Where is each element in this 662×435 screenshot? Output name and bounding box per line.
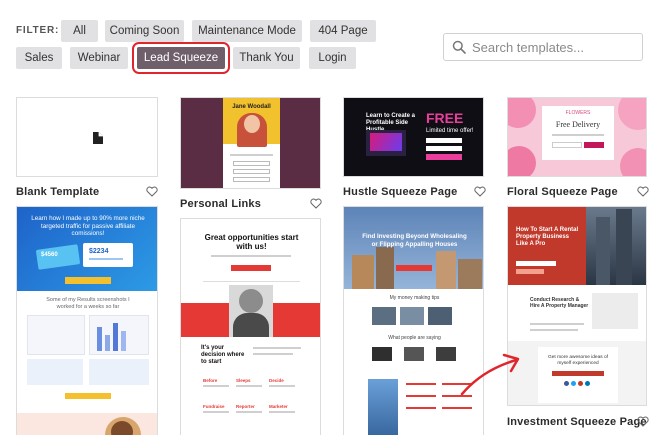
preview-amount2: $4560 [41,252,58,258]
preview-label-3: Decide [269,378,284,383]
heart-icon[interactable] [146,186,158,197]
preview-offer: Get more awesome ideas of myself experie… [548,355,608,366]
heart-icon[interactable] [310,198,322,209]
filter-chip-lead-squeeze[interactable]: Lead Squeeze [132,42,230,74]
preview-sub: It's your decision where to start [201,345,245,365]
template-card-investing[interactable]: Find Investing Beyond Wholesaling or Fli… [343,206,484,435]
preview-sub2: What people are saying [388,335,441,341]
filter-chip-coming-soon[interactable]: Coming Soon [105,20,184,42]
template-card-opportunities[interactable]: Great opportunities start with us! It's … [180,218,321,435]
preview-offer: Free Delivery [555,120,601,129]
arrow-annotation-icon [460,353,520,396]
template-title-blank: Blank Template [16,186,100,198]
preview-label-2: Sleeps [236,378,251,383]
template-title-floral-squeeze: Floral Squeeze Page [507,186,618,198]
search-box[interactable] [443,33,643,61]
template-card-investment-squeeze[interactable]: How To Start A Rental Property Business … [507,206,647,406]
template-card-floral-squeeze[interactable]: FLOWERS Free Delivery [507,97,647,177]
filter-chip-webinar[interactable]: Webinar [70,47,128,69]
search-input[interactable] [472,39,632,55]
preview-brand: FLOWERS [565,110,591,116]
preview-label-1: Before [203,378,218,383]
template-card-blank[interactable] [16,97,158,177]
preview-heading: Great opportunities start with us! [204,233,299,251]
heart-icon[interactable] [637,416,649,427]
preview-label-5: Reporter [236,404,255,409]
preview-heading: Learn how I made up to 90% more niche ta… [31,215,145,237]
filter-chip-404-page[interactable]: 404 Page [310,20,376,42]
preview-text: Some of my Results screenshots I worked … [46,297,130,310]
preview-label-4: Fundraise [203,404,225,409]
template-title-investment-squeeze: Investment Squeeze Page [507,416,647,428]
filter-chip-login[interactable]: Login [309,47,356,69]
heart-icon[interactable] [474,186,486,197]
preview-badge: FREE [426,110,464,126]
preview-sub: Limited time offer! [426,128,474,134]
filter-chip-maintenance-mode[interactable]: Maintenance Mode [192,20,302,42]
template-card-affiliate-traffic[interactable]: Learn how I made up to 90% more niche ta… [16,206,158,435]
filter-chip-thank-you[interactable]: Thank You [233,47,300,69]
preview-sub1: My money making tips [389,295,440,301]
preview-sub: Conduct Research & Hire A Property Manag… [530,297,589,309]
template-title-hustle-squeeze: Hustle Squeeze Page [343,186,458,198]
preview-amount1: $2234 [89,248,109,255]
filter-chip-all[interactable]: All [61,20,98,42]
preview-name: Jane Woodall [232,104,271,110]
template-card-hustle-squeeze[interactable]: Learn to Create a Profitable Side Hustle… [343,97,484,177]
template-card-personal-links[interactable]: Jane Woodall [180,97,321,189]
preview-label-6: Marketer [269,404,288,409]
document-icon [93,132,103,144]
preview-heading: How To Start A Rental Property Business … [516,227,579,247]
filter-chip-sales[interactable]: Sales [16,47,62,69]
search-icon [452,40,466,54]
filter-label: FILTER: [16,25,60,36]
preview-heading: Find Investing Beyond Wholesaling or Fli… [362,233,467,248]
template-title-personal-links: Personal Links [180,198,262,210]
heart-icon[interactable] [637,186,649,197]
